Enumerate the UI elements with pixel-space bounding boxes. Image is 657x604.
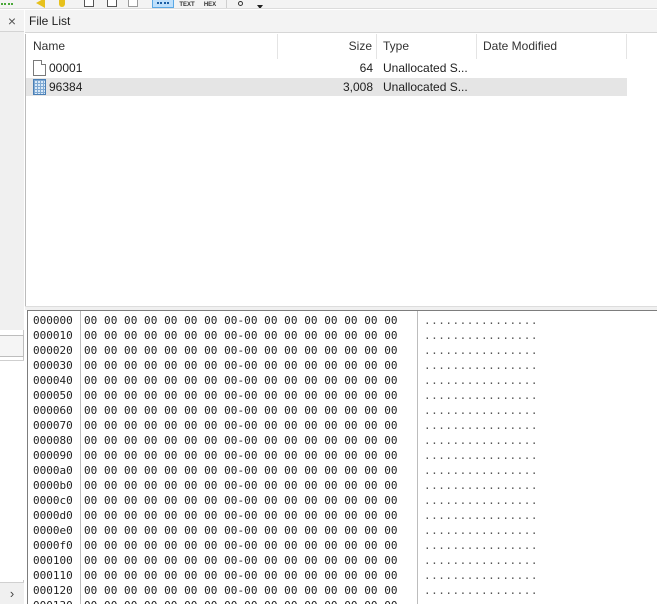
scroll-right-icon[interactable]: › [0, 582, 24, 604]
hex-ascii: ................ [424, 374, 538, 387]
column-header-type[interactable]: Type [377, 34, 477, 59]
hex-ascii: ................ [424, 509, 538, 522]
hex-ascii: ................ [424, 554, 538, 567]
hex-ascii: ................ [424, 479, 538, 492]
hex-bytes: 00 00 00 00 00 00 00 00-00 00 00 00 00 0… [84, 359, 398, 372]
hex-offset: 000090 [33, 449, 73, 462]
hex-bytes: 00 00 00 00 00 00 00 00-00 00 00 00 00 0… [84, 314, 398, 327]
grid-file-icon [33, 79, 46, 95]
hex-bytes: 00 00 00 00 00 00 00 00-00 00 00 00 00 0… [84, 389, 398, 402]
hex-offset: 000040 [33, 374, 73, 387]
hex-offset: 000070 [33, 419, 73, 432]
hex-bytes: 00 00 00 00 00 00 00 00-00 00 00 00 00 0… [84, 584, 398, 597]
chevron-down-icon[interactable] [255, 0, 265, 8]
hex-offset: 000130 [33, 598, 73, 604]
close-icon[interactable]: × [0, 10, 24, 32]
hex-offset: 000110 [33, 569, 73, 582]
file-name: 00001 [49, 61, 83, 75]
hex-bytes: 00 00 00 00 00 00 00 00-00 00 00 00 00 0… [84, 374, 398, 387]
hex-ascii: ................ [424, 389, 538, 402]
hex-bytes: 00 00 00 00 00 00 00 00-00 00 00 00 00 0… [84, 509, 398, 522]
hex-bytes: 00 00 00 00 00 00 00 00-00 00 00 00 00 0… [84, 449, 398, 462]
toolbar-divider [226, 0, 227, 8]
file-size: 3,008 [342, 80, 373, 94]
hex-ascii: ................ [424, 434, 538, 447]
left-pane-tab[interactable] [0, 335, 24, 357]
column-header-date-modified[interactable]: Date Modified [477, 34, 627, 59]
hex-ascii: ................ [424, 419, 538, 432]
file-type: Unallocated S... [383, 61, 468, 75]
hex-view[interactable]: 000000 00 00 00 00 00 00 00 00-00 00 00 0… [27, 310, 657, 604]
hex-view-toggle-icon[interactable] [152, 0, 174, 8]
hex-offset: 000060 [33, 404, 73, 417]
hex-offset: 0000e0 [33, 524, 73, 537]
hex-ascii: ................ [424, 464, 538, 477]
hex-bytes: 00 00 00 00 00 00 00 00-00 00 00 00 00 0… [84, 344, 398, 357]
offset-divider [80, 311, 81, 604]
hex-offset: 0000f0 [33, 539, 73, 552]
hex-offset: 000030 [33, 359, 73, 372]
left-pane-body [0, 32, 24, 330]
hex-offset: 0000a0 [33, 464, 73, 477]
hex-ascii: ................ [424, 359, 538, 372]
hex-ascii: ................ [424, 569, 538, 582]
hex-ascii: ................ [424, 344, 538, 357]
hex-offset: 0000b0 [33, 479, 73, 492]
hex-offset: 000100 [33, 554, 73, 567]
table-row-selected[interactable]: 96384 3,008 Unallocated S... [26, 78, 627, 96]
document-icon[interactable] [83, 0, 95, 8]
file-list: Name Size Type Date Modified 00001 64 Un… [25, 34, 657, 306]
hex-bytes: 00 00 00 00 00 00 00 00-00 00 00 00 00 0… [84, 569, 398, 582]
hex-bytes: 00 00 00 00 00 00 00 00-00 00 00 00 00 0… [84, 434, 398, 447]
forward-arrow-icon[interactable] [56, 0, 68, 8]
hex-ascii: ................ [424, 404, 538, 417]
hex-bytes: 00 00 00 00 00 00 00 00-00 00 00 00 00 0… [84, 419, 398, 432]
text-view-button[interactable]: TEXT [178, 0, 196, 8]
file-type: Unallocated S... [383, 80, 468, 94]
hex-bytes: 00 00 00 00 00 00 00 00-00 00 00 00 00 0… [84, 494, 398, 507]
hex-offset: 0000d0 [33, 509, 73, 522]
green-status-icon[interactable] [0, 0, 14, 8]
hex-bytes: 00 00 00 00 00 00 00 00-00 00 00 00 00 0… [84, 329, 398, 342]
hex-offset: 000010 [33, 329, 73, 342]
toolbar: TEXT HEX [0, 0, 657, 9]
hex-bytes: 00 00 00 00 00 00 00 00-00 00 00 00 00 0… [84, 524, 398, 537]
hex-offset: 0000c0 [33, 494, 73, 507]
hex-bytes: 00 00 00 00 00 00 00 00-00 00 00 00 00 0… [84, 554, 398, 567]
hex-bytes: 00 00 00 00 00 00 00 00-00 00 00 00 00 0… [84, 598, 398, 604]
left-pane-lower [0, 360, 24, 580]
hex-ascii: ................ [424, 494, 538, 507]
column-header-name[interactable]: Name [26, 34, 278, 59]
hex-bytes: 00 00 00 00 00 00 00 00-00 00 00 00 00 0… [84, 479, 398, 492]
ascii-divider [417, 311, 418, 604]
file-size: 64 [359, 61, 373, 75]
tool-icon[interactable] [234, 0, 246, 8]
file-name: 96384 [49, 80, 83, 94]
hex-offset: 000050 [33, 389, 73, 402]
hex-ascii: ................ [424, 598, 538, 604]
hex-ascii: ................ [424, 314, 538, 327]
column-header-row: Name Size Type Date Modified [26, 34, 657, 59]
hex-offset: 000120 [33, 584, 73, 597]
document-disabled-icon[interactable] [127, 0, 139, 8]
hex-offset: 000000 [33, 314, 73, 327]
hex-offset: 000080 [33, 434, 73, 447]
hex-ascii: ................ [424, 449, 538, 462]
hex-ascii: ................ [424, 524, 538, 537]
hex-offset: 000020 [33, 344, 73, 357]
table-row[interactable]: 00001 64 Unallocated S... [26, 59, 627, 77]
back-arrow-icon[interactable] [33, 0, 47, 8]
hex-view-button[interactable]: HEX [200, 0, 220, 8]
document-list-icon[interactable] [106, 0, 118, 8]
hex-bytes: 00 00 00 00 00 00 00 00-00 00 00 00 00 0… [84, 539, 398, 552]
hex-bytes: 00 00 00 00 00 00 00 00-00 00 00 00 00 0… [84, 404, 398, 417]
hex-ascii: ................ [424, 584, 538, 597]
hex-ascii: ................ [424, 539, 538, 552]
file-icon [33, 60, 46, 76]
file-list-title: File List [25, 10, 657, 33]
hex-ascii: ................ [424, 329, 538, 342]
column-header-size[interactable]: Size [278, 34, 377, 59]
hex-bytes: 00 00 00 00 00 00 00 00-00 00 00 00 00 0… [84, 464, 398, 477]
